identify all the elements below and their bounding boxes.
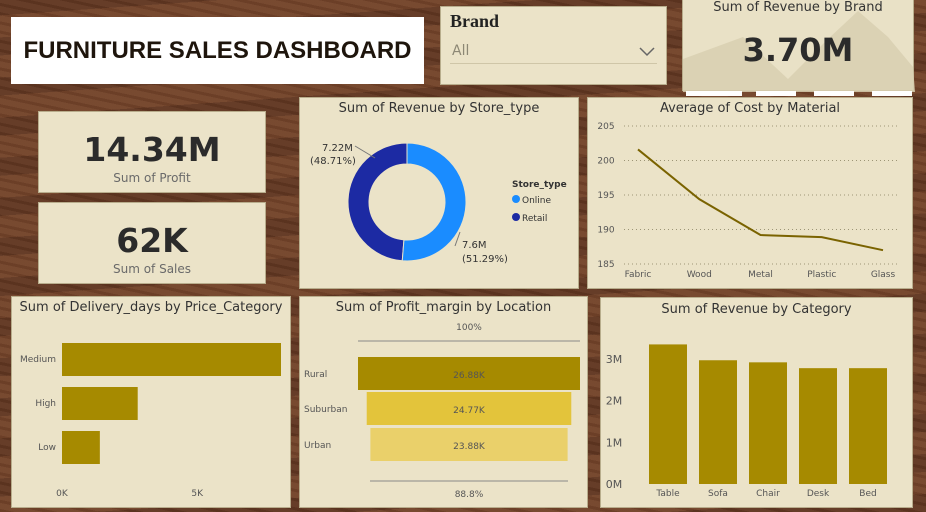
store-type-donut-panel: Sum of Revenue by Store_type 7.22M (48.7… (299, 97, 579, 289)
donut-legend-title: Store_type (512, 180, 567, 190)
legend-online-label: Online (522, 196, 551, 206)
brand-dropdown-value: All (452, 43, 470, 59)
sales-value: 62K (116, 221, 188, 260)
online-value-label: 7.6M (462, 240, 487, 251)
online-pct-label: (51.29%) (462, 254, 508, 265)
category-label: Table (655, 489, 680, 499)
cost-series-line (637, 148, 884, 252)
location-value-label: 24.77K (453, 406, 486, 416)
y-tick-label: 185 (597, 260, 614, 270)
revenue-category-chart: 0M 1M 2M 3M Table Sofa Chair Desk Bed (606, 344, 887, 499)
category-bar (699, 360, 737, 484)
y-tick-label: 0M (606, 478, 623, 491)
location-label: Urban (304, 441, 331, 451)
legend-online-marker (512, 195, 520, 203)
y-tick-label: 205 (597, 122, 614, 132)
x-tick-label: Fabric (625, 270, 652, 280)
donut-slice-retail (347, 142, 408, 262)
category-label: Medium (20, 355, 56, 365)
category-label: Chair (756, 489, 780, 499)
y-tick-label: 1M (606, 436, 623, 449)
x-tick-label: Glass (871, 270, 896, 280)
dashboard-title-card: FURNITURE SALES DASHBOARD (11, 17, 424, 84)
delivery-bar-chart: Medium High Low 0K 5K (20, 343, 281, 499)
line-chart: 185 190 195 200 205 Fabric Wood Metal Plastic Gla… (597, 122, 898, 280)
cost-by-material-panel: Average of Cost by Material 185 190 195 200… (587, 97, 913, 289)
delivery-bar (62, 387, 138, 420)
location-label: Suburban (304, 405, 347, 415)
category-label: Bed (859, 489, 876, 499)
delivery-bar (62, 343, 281, 376)
dashboard-title: FURNITURE SALES DASHBOARD (23, 37, 412, 64)
sales-kpi-card: 62K Sum of Sales (38, 202, 266, 284)
retail-value-label: 7.22M (322, 143, 353, 154)
profit-margin-chart: 100% 88.8% Rural 26.88K Suburban 24.77K Urban 2… (304, 323, 580, 500)
x-tick-label: Wood (687, 270, 712, 280)
revenue-by-brand-card: Sum of Revenue by Brand 3.70M (682, 0, 915, 92)
legend-retail-marker (512, 213, 520, 221)
revenue-by-brand-title: Sum of Revenue by Brand (713, 0, 883, 15)
chevron-down-icon[interactable] (639, 47, 655, 57)
category-label: High (35, 399, 56, 409)
category-bar (649, 344, 687, 484)
delivery-bar (62, 431, 100, 464)
category-bar (799, 368, 837, 484)
sales-label: Sum of Sales (112, 262, 192, 276)
location-label: Rural (304, 370, 327, 380)
y-tick-label: 195 (597, 191, 614, 201)
brand-dropdown[interactable]: All (450, 39, 657, 64)
category-bar (849, 368, 887, 484)
category-label: Desk (807, 489, 830, 499)
profit-value: 14.34M (83, 130, 221, 169)
category-label: Low (38, 443, 56, 453)
bottom-label: 88.8% (455, 490, 484, 500)
x-tick-label: 5K (191, 489, 204, 499)
brand-slicer[interactable]: Brand All (440, 6, 667, 85)
x-tick-label: 0K (56, 489, 69, 499)
x-tick-label: Metal (748, 270, 773, 280)
delivery-days-panel: Sum of Delivery_days by Price_Category M… (11, 296, 291, 508)
profit-margin-panel: Sum of Profit_margin by Location 100% 88.… (299, 296, 588, 508)
profit-label: Sum of Profit (113, 171, 191, 185)
category-bar (749, 362, 787, 484)
profit-kpi-card: 14.34M Sum of Profit (38, 111, 266, 193)
donut-chart: 7.22M (48.71%) 7.6M (51.29%) Store_type … (310, 142, 567, 265)
category-label: Sofa (708, 489, 728, 499)
retail-pct-label: (48.71%) (310, 156, 356, 167)
location-value-label: 26.88K (453, 371, 486, 381)
location-value-label: 23.88K (453, 442, 486, 452)
y-tick-label: 2M (606, 395, 623, 408)
legend-retail-label: Retail (522, 214, 547, 224)
revenue-by-brand-value: 3.70M (742, 31, 854, 69)
top-label: 100% (456, 323, 482, 333)
revenue-category-panel: Sum of Revenue by Category 0M 1M 2M 3M Table… (600, 297, 913, 508)
y-tick-label: 200 (597, 157, 614, 167)
y-tick-label: 3M (606, 353, 623, 366)
x-tick-label: Plastic (807, 270, 836, 280)
y-tick-label: 190 (597, 226, 614, 236)
brand-slicer-label: Brand (450, 11, 500, 31)
